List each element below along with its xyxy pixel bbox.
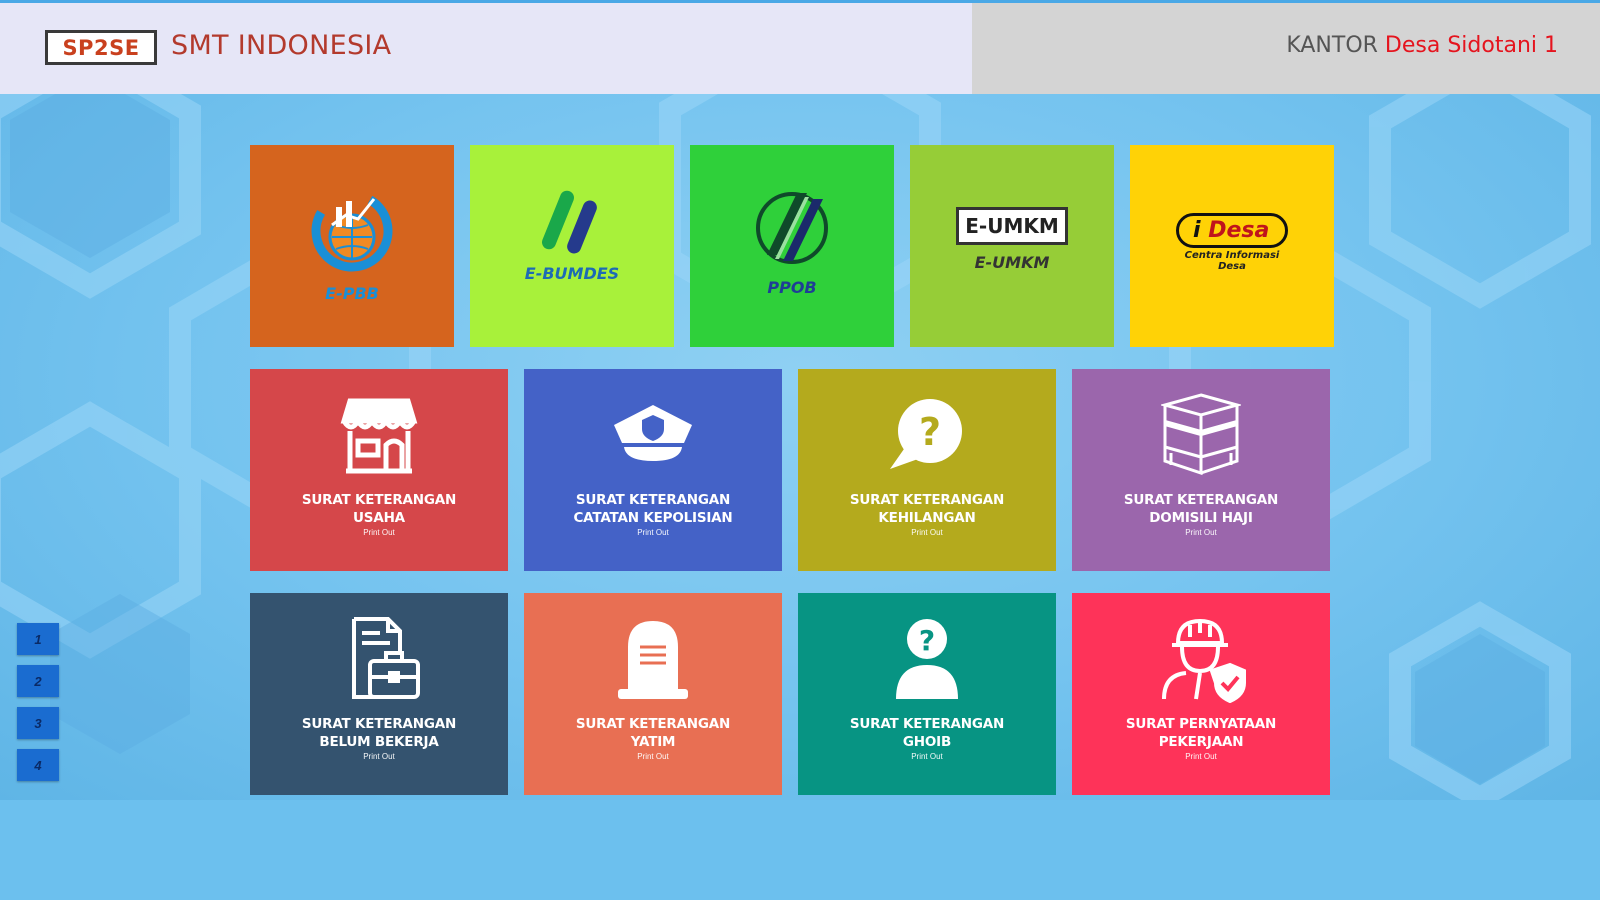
letter-title-line2: DOMISILI HAJI <box>1149 510 1253 526</box>
letter-subtitle: Print Out <box>363 528 395 537</box>
app-tile-e-pbb[interactable]: E-PBB <box>250 145 454 347</box>
letter-title-line1: SURAT KETERANGAN <box>849 716 1005 732</box>
letter-tile-domisili-haji[interactable]: SURAT KETERANGAN DOMISILI HAJI Print Out <box>1072 369 1330 571</box>
letter-title-line2: USAHA <box>353 510 405 526</box>
letter-subtitle: Print Out <box>1185 528 1217 537</box>
office-info: KANTOR Desa Sidotani 1 <box>1286 33 1558 58</box>
office-name: Desa Sidotani 1 <box>1384 33 1558 58</box>
letter-subtitle: Print Out <box>911 528 943 537</box>
idesa-logo: i Desa Centra Informasi Desa <box>1176 213 1288 272</box>
letter-tile-pekerjaan[interactable]: SURAT PERNYATAAN PEKERJAAN Print Out <box>1072 593 1330 795</box>
letter-title-line1: SURAT PERNYATAAN <box>1125 716 1277 732</box>
eumkm-logo: E-UMKM <box>956 207 1068 245</box>
letter-title: SURAT KETERANGAN KEHILANGAN <box>850 491 1004 527</box>
ebumdes-logo <box>537 185 607 262</box>
letter-title-line2: CATATAN KEPOLISIAN <box>573 510 733 526</box>
letter-title: SURAT KETERANGAN USAHA <box>302 491 456 527</box>
eumkm-logo-text: E-UMKM <box>965 214 1059 238</box>
header: SP2SE SMT INDONESIA KANTOR Desa Sidotani… <box>0 3 1600 94</box>
app-tile-e-bumdes[interactable]: E-BUMDES <box>470 145 674 347</box>
letter-subtitle: Print Out <box>363 752 395 761</box>
letter-title-line1: SURAT KETERANGAN <box>575 716 731 732</box>
idesa-logo-subtitle: Centra Informasi Desa <box>1184 250 1280 272</box>
app-tile-e-umkm[interactable]: E-UMKM E-UMKM <box>910 145 1114 347</box>
epbb-logo <box>306 185 398 282</box>
police-cap-icon <box>610 389 696 479</box>
letter-subtitle: Print Out <box>1185 752 1217 761</box>
unknown-person-icon: ? <box>892 613 962 703</box>
sp2se-logo: SP2SE <box>45 30 157 65</box>
letter-title-line2: PEKERJAAN <box>1158 734 1244 750</box>
letter-title-line1: SURAT KETERANGAN <box>1123 492 1279 508</box>
app-label: PPOB <box>767 278 817 297</box>
app-label: E-UMKM <box>974 253 1050 272</box>
letter-tile-yatim[interactable]: SURAT KETERANGAN YATIM Print Out <box>524 593 782 795</box>
letter-title-line2: BELUM BEKERJA <box>319 734 439 750</box>
letter-title: SURAT KETERANGAN CATATAN KEPOLISIAN <box>573 491 732 527</box>
idesa-logo-text: Desa <box>1208 218 1270 243</box>
app-name: SMT INDONESIA <box>171 30 392 61</box>
ppob-logo <box>749 185 835 276</box>
letter-title: SURAT KETERANGAN YATIM <box>576 715 730 751</box>
svg-text:?: ? <box>919 624 935 657</box>
letter-title-line1: SURAT KETERANGAN <box>849 492 1005 508</box>
letter-tile-belum-bekerja[interactable]: SURAT KETERANGAN BELUM BEKERJA Print Out <box>250 593 508 795</box>
letter-title-line1: SURAT KETERANGAN <box>575 492 731 508</box>
letter-tile-ghoib[interactable]: ? SURAT KETERANGAN GHOIB Print Out <box>798 593 1056 795</box>
office-label: KANTOR <box>1286 33 1378 58</box>
letter-title: SURAT PERNYATAAN PEKERJAAN <box>1126 715 1276 751</box>
app-label: E-PBB <box>325 284 379 303</box>
question-bubble-icon: ? <box>884 389 970 479</box>
letter-title-line2: KEHILANGAN <box>878 510 976 526</box>
letter-subtitle: Print Out <box>637 528 669 537</box>
page-button-3[interactable]: 3 <box>17 707 59 739</box>
letter-tile-catatan-kepolisian[interactable]: SURAT KETERANGAN CATATAN KEPOLISIAN Prin… <box>524 369 782 571</box>
letter-tile-usaha[interactable]: SURAT KETERANGAN USAHA Print Out <box>250 369 508 571</box>
letter-title: SURAT KETERANGAN DOMISILI HAJI <box>1124 491 1278 527</box>
letter-subtitle: Print Out <box>637 752 669 761</box>
briefcase-document-icon <box>334 613 424 703</box>
letter-title-line2: YATIM <box>630 734 676 750</box>
svg-text:?: ? <box>919 410 941 454</box>
letter-title: SURAT KETERANGAN BELUM BEKERJA <box>302 715 456 751</box>
letter-title: SURAT KETERANGAN GHOIB <box>850 715 1004 751</box>
header-office-area: KANTOR Desa Sidotani 1 <box>972 3 1600 94</box>
letter-title-line1: SURAT KETERANGAN <box>301 492 457 508</box>
app-tile-idesa[interactable]: i Desa Centra Informasi Desa <box>1130 145 1334 347</box>
worker-icon <box>1156 613 1246 703</box>
header-brand-area: SP2SE SMT INDONESIA <box>0 3 972 94</box>
kaaba-icon <box>1161 389 1241 479</box>
app-tile-ppob[interactable]: PPOB <box>690 145 894 347</box>
page-button-1[interactable]: 1 <box>17 623 59 655</box>
letter-title-line2: GHOIB <box>902 734 952 750</box>
letter-tile-kehilangan[interactable]: ? SURAT KETERANGAN KEHILANGAN Print Out <box>798 369 1056 571</box>
page-button-4[interactable]: 4 <box>17 749 59 781</box>
page-button-2[interactable]: 2 <box>17 665 59 697</box>
app-label: E-BUMDES <box>524 264 620 283</box>
tombstone-icon <box>610 613 696 703</box>
letter-title-line1: SURAT KETERANGAN <box>301 716 457 732</box>
store-icon <box>336 389 422 479</box>
letter-subtitle: Print Out <box>911 752 943 761</box>
